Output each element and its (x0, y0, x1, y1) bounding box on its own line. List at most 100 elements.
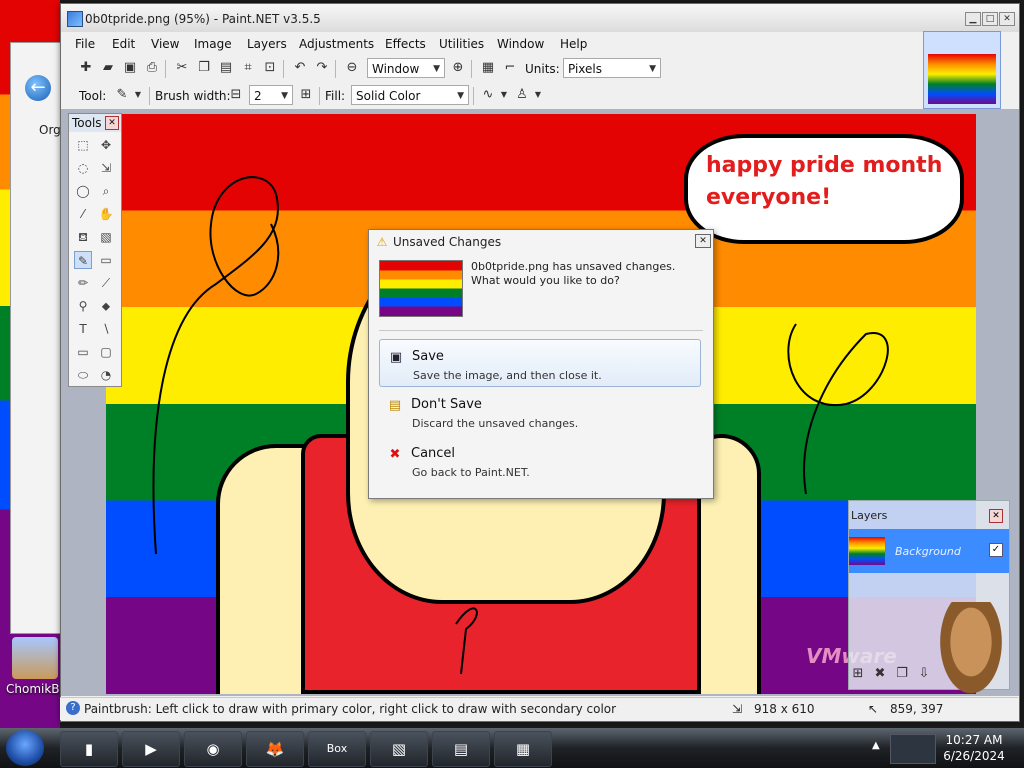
taskbar-media-player[interactable]: ▶ (122, 731, 180, 767)
maximize-button[interactable]: □ (982, 12, 998, 26)
tools-title-bar[interactable]: Tools ✕ (69, 114, 121, 132)
fill-combo[interactable]: Solid Color ▼ (351, 85, 469, 105)
zoom-out-icon[interactable]: ⊖ (343, 59, 361, 77)
clock[interactable]: 10:27 AM 6/26/2024 (940, 732, 1008, 764)
image-tab-thumbnail[interactable] (923, 31, 1001, 109)
menu-help[interactable]: Help (560, 37, 587, 51)
merge-layer-icon[interactable]: ⇩ (915, 665, 933, 683)
recolor-icon[interactable]: ⬥ (97, 297, 115, 315)
eraser-icon[interactable]: ▭ (97, 251, 115, 269)
start-button[interactable] (6, 730, 44, 766)
taskbar-paintnet[interactable]: ▧ (370, 731, 428, 767)
move-selection-icon[interactable]: ✥ (97, 136, 115, 154)
ruler-icon[interactable]: ⌐ (501, 59, 519, 77)
thumbnail-image (928, 54, 996, 104)
layer-item-background[interactable]: Background ✓ (849, 529, 1009, 573)
rectangle-select-icon[interactable]: ⬚ (74, 136, 92, 154)
layer-visibility-checkbox[interactable]: ✓ (989, 543, 1003, 557)
cancel-option-button[interactable]: ✖ Cancel Go back to Paint.NET. (379, 437, 701, 485)
minimize-button[interactable]: ▁ (965, 12, 981, 26)
crop-icon[interactable]: ⌗ (239, 59, 257, 77)
text-icon[interactable]: T (74, 320, 92, 338)
grid-icon[interactable]: ▦ (479, 59, 497, 77)
layers-title: Layers (851, 509, 888, 522)
zoom-combo[interactable]: Window ▼ (367, 58, 445, 78)
rounded-rectangle-icon[interactable]: ▢ (97, 343, 115, 361)
print-icon[interactable]: ⎙ (143, 59, 161, 77)
separator (165, 60, 166, 78)
new-file-icon[interactable]: ✚ (77, 59, 95, 77)
back-arrow-icon[interactable]: ← (25, 75, 51, 101)
speech-bubble: happy pride month everyone! (684, 134, 964, 244)
chevron-down-icon: ▼ (281, 91, 288, 101)
dont-save-option-button[interactable]: ▤ Don't Save Discard the unsaved changes… (379, 388, 701, 436)
add-layer-icon[interactable]: ⊞ (849, 665, 867, 683)
open-folder-icon[interactable]: ▰ (99, 59, 117, 77)
chevron-down-icon[interactable]: ▼ (529, 86, 547, 104)
taskbar-app-8[interactable]: ▦ (494, 731, 552, 767)
menu-file[interactable]: File (75, 37, 95, 51)
taskbar-app-globe[interactable]: ◉ (184, 731, 242, 767)
organize-label[interactable]: Org (39, 123, 61, 137)
zoom-in-icon[interactable]: ⊕ (449, 59, 467, 77)
redo-icon[interactable]: ↷ (313, 59, 331, 77)
pan-icon[interactable]: ✋ (97, 205, 115, 223)
title-bar[interactable]: 0b0tpride.png (95%) - Paint.NET v3.5.5 ▁… (61, 4, 1019, 32)
units-combo[interactable]: Pixels ▼ (563, 58, 661, 78)
help-icon: ? (66, 701, 80, 715)
dont-save-option-title: Don't Save (411, 397, 482, 412)
color-picker-icon[interactable]: ⟋ (97, 274, 115, 292)
magic-wand-icon[interactable]: ⁄ (74, 205, 92, 223)
menu-effects[interactable]: Effects (385, 37, 426, 51)
tray-expand-icon[interactable]: ▲ (872, 740, 880, 751)
tools-close-button[interactable]: ✕ (105, 116, 119, 130)
menu-adjustments[interactable]: Adjustments (299, 37, 374, 51)
undo-icon[interactable]: ↶ (291, 59, 309, 77)
ellipse-select-icon[interactable]: ◯ (74, 182, 92, 200)
save-icon[interactable]: ▣ (121, 59, 139, 77)
save-option-button[interactable]: ▣ Save Save the image, and then close it… (379, 339, 701, 387)
ellipse-icon[interactable]: ⬭ (74, 366, 92, 384)
brush-width-combo[interactable]: 2 ▼ (249, 85, 293, 105)
duplicate-layer-icon[interactable]: ❐ (893, 665, 911, 683)
paintbrush-tool-icon[interactable]: ✎ (74, 251, 92, 269)
paint-bucket-icon[interactable]: ⛾ (74, 228, 92, 246)
decrease-width-icon[interactable]: ⊟ (227, 86, 245, 104)
chevron-down-icon[interactable]: ▼ (495, 86, 513, 104)
tray-camera-icon[interactable] (890, 734, 936, 764)
menu-utilities[interactable]: Utilities (439, 37, 484, 51)
taskbar-chomikbox[interactable]: Box (308, 731, 366, 767)
copy-icon[interactable]: ❐ (195, 59, 213, 77)
rectangle-icon[interactable]: ▭ (74, 343, 92, 361)
menu-window[interactable]: Window (497, 37, 544, 51)
layer-name: Background (895, 545, 961, 558)
freeform-shape-icon[interactable]: ◔ (97, 366, 115, 384)
pencil-icon[interactable]: ✏ (74, 274, 92, 292)
dialog-close-button[interactable]: ✕ (695, 234, 711, 248)
cut-icon[interactable]: ✂ (173, 59, 191, 77)
menu-image[interactable]: Image (194, 37, 232, 51)
menu-edit[interactable]: Edit (112, 37, 135, 51)
lasso-icon[interactable]: ◌ (74, 159, 92, 177)
chevron-down-icon[interactable]: ▼ (129, 86, 147, 104)
delete-layer-icon[interactable]: ✖ (871, 665, 889, 683)
taskbar-app-1[interactable]: ▮ (60, 731, 118, 767)
deselect-icon[interactable]: ⊡ (261, 59, 279, 77)
increase-width-icon[interactable]: ⊞ (297, 86, 315, 104)
chomikbox-desktop-icon[interactable] (12, 637, 58, 679)
background-explorer-window[interactable]: ← Org (10, 42, 62, 634)
taskbar-firefox[interactable]: 🦊 (246, 731, 304, 767)
zoom-icon[interactable]: ⌕ (97, 182, 115, 200)
close-button[interactable]: ✕ (999, 12, 1015, 26)
clone-stamp-icon[interactable]: ⚲ (74, 297, 92, 315)
chomikbox-icon-label[interactable]: ChomikB (6, 682, 60, 696)
move-selected-icon[interactable]: ⇲ (97, 159, 115, 177)
layers-close-button[interactable]: ✕ (989, 509, 1003, 523)
line-curve-icon[interactable]: ∖ (97, 320, 115, 338)
tool-label: Tool: (79, 89, 107, 103)
menu-layers[interactable]: Layers (247, 37, 287, 51)
paste-icon[interactable]: ▤ (217, 59, 235, 77)
taskbar-explorer[interactable]: ▤ (432, 731, 490, 767)
menu-view[interactable]: View (151, 37, 179, 51)
gradient-icon[interactable]: ▧ (97, 228, 115, 246)
